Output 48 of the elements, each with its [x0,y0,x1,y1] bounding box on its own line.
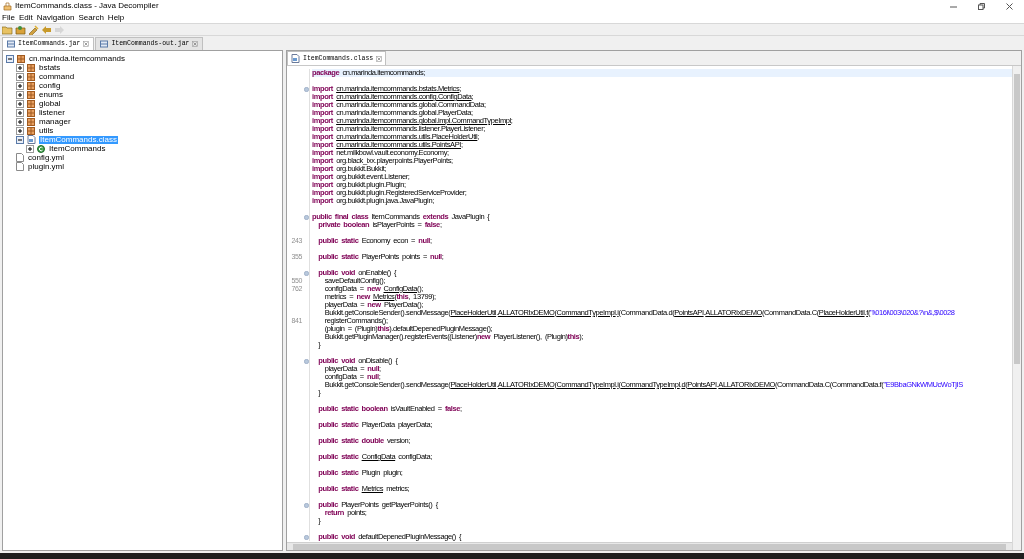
expand-icon[interactable] [16,63,24,72]
fold-marker-icon[interactable] [303,358,309,364]
menu-item[interactable]: File [2,12,15,23]
tree-item[interactable]: command [38,72,76,81]
tree-item[interactable]: utils [38,126,55,135]
expand-icon[interactable] [26,144,34,153]
collapse-icon[interactable] [16,135,24,144]
package-icon [17,54,25,63]
tree-item[interactable]: bstats [38,63,62,72]
expand-icon[interactable] [16,72,24,81]
tree-item[interactable]: config.yml [27,153,65,162]
tree-item[interactable]: listener [38,108,66,117]
fold-marker-icon[interactable] [303,534,309,540]
tree-item[interactable]: enums [38,90,64,99]
fold-marker-icon[interactable] [303,502,309,508]
package-box-icon[interactable] [15,24,26,35]
class-icon [37,144,45,153]
tree-item[interactable]: manager [38,117,72,126]
tree-item[interactable]: global [38,99,62,108]
back-arrow-icon[interactable] [41,24,52,35]
expand-icon[interactable] [16,90,24,99]
fold-marker-icon[interactable] [303,86,309,92]
menu-item[interactable]: Navigation [36,12,75,23]
app-icon [3,1,12,11]
tree-item[interactable]: plugin.yml [27,162,65,171]
collapse-icon[interactable] [6,54,14,63]
fold-marker-icon[interactable] [303,270,309,276]
menu-item[interactable]: Edit [18,12,33,23]
expand-icon[interactable] [16,81,24,90]
close-icon[interactable] [1006,2,1013,10]
menu-item[interactable]: Help [107,12,125,23]
tree-item[interactable]: ItemCommands [48,144,107,153]
expand-icon[interactable] [16,99,24,108]
tree-item[interactable]: config [38,81,62,90]
vertical-scrollbar[interactable] [1012,66,1021,550]
window-title: ItemCommands.class - Java Decompiler [15,1,159,11]
expand-icon[interactable] [16,117,24,126]
class-file-icon [291,54,300,63]
jar-file-icon [7,40,15,48]
menu-item[interactable]: Search [78,12,104,23]
jar-file-icon [100,40,109,48]
restore-icon[interactable] [978,2,985,10]
expand-icon[interactable] [16,108,24,117]
horizontal-scrollbar[interactable] [287,542,1012,550]
class-file-icon [27,135,36,144]
fold-marker-icon[interactable] [303,214,309,220]
expand-icon[interactable] [16,126,24,135]
tree-item[interactable]: cn.marinda.itemcommands [28,54,127,63]
